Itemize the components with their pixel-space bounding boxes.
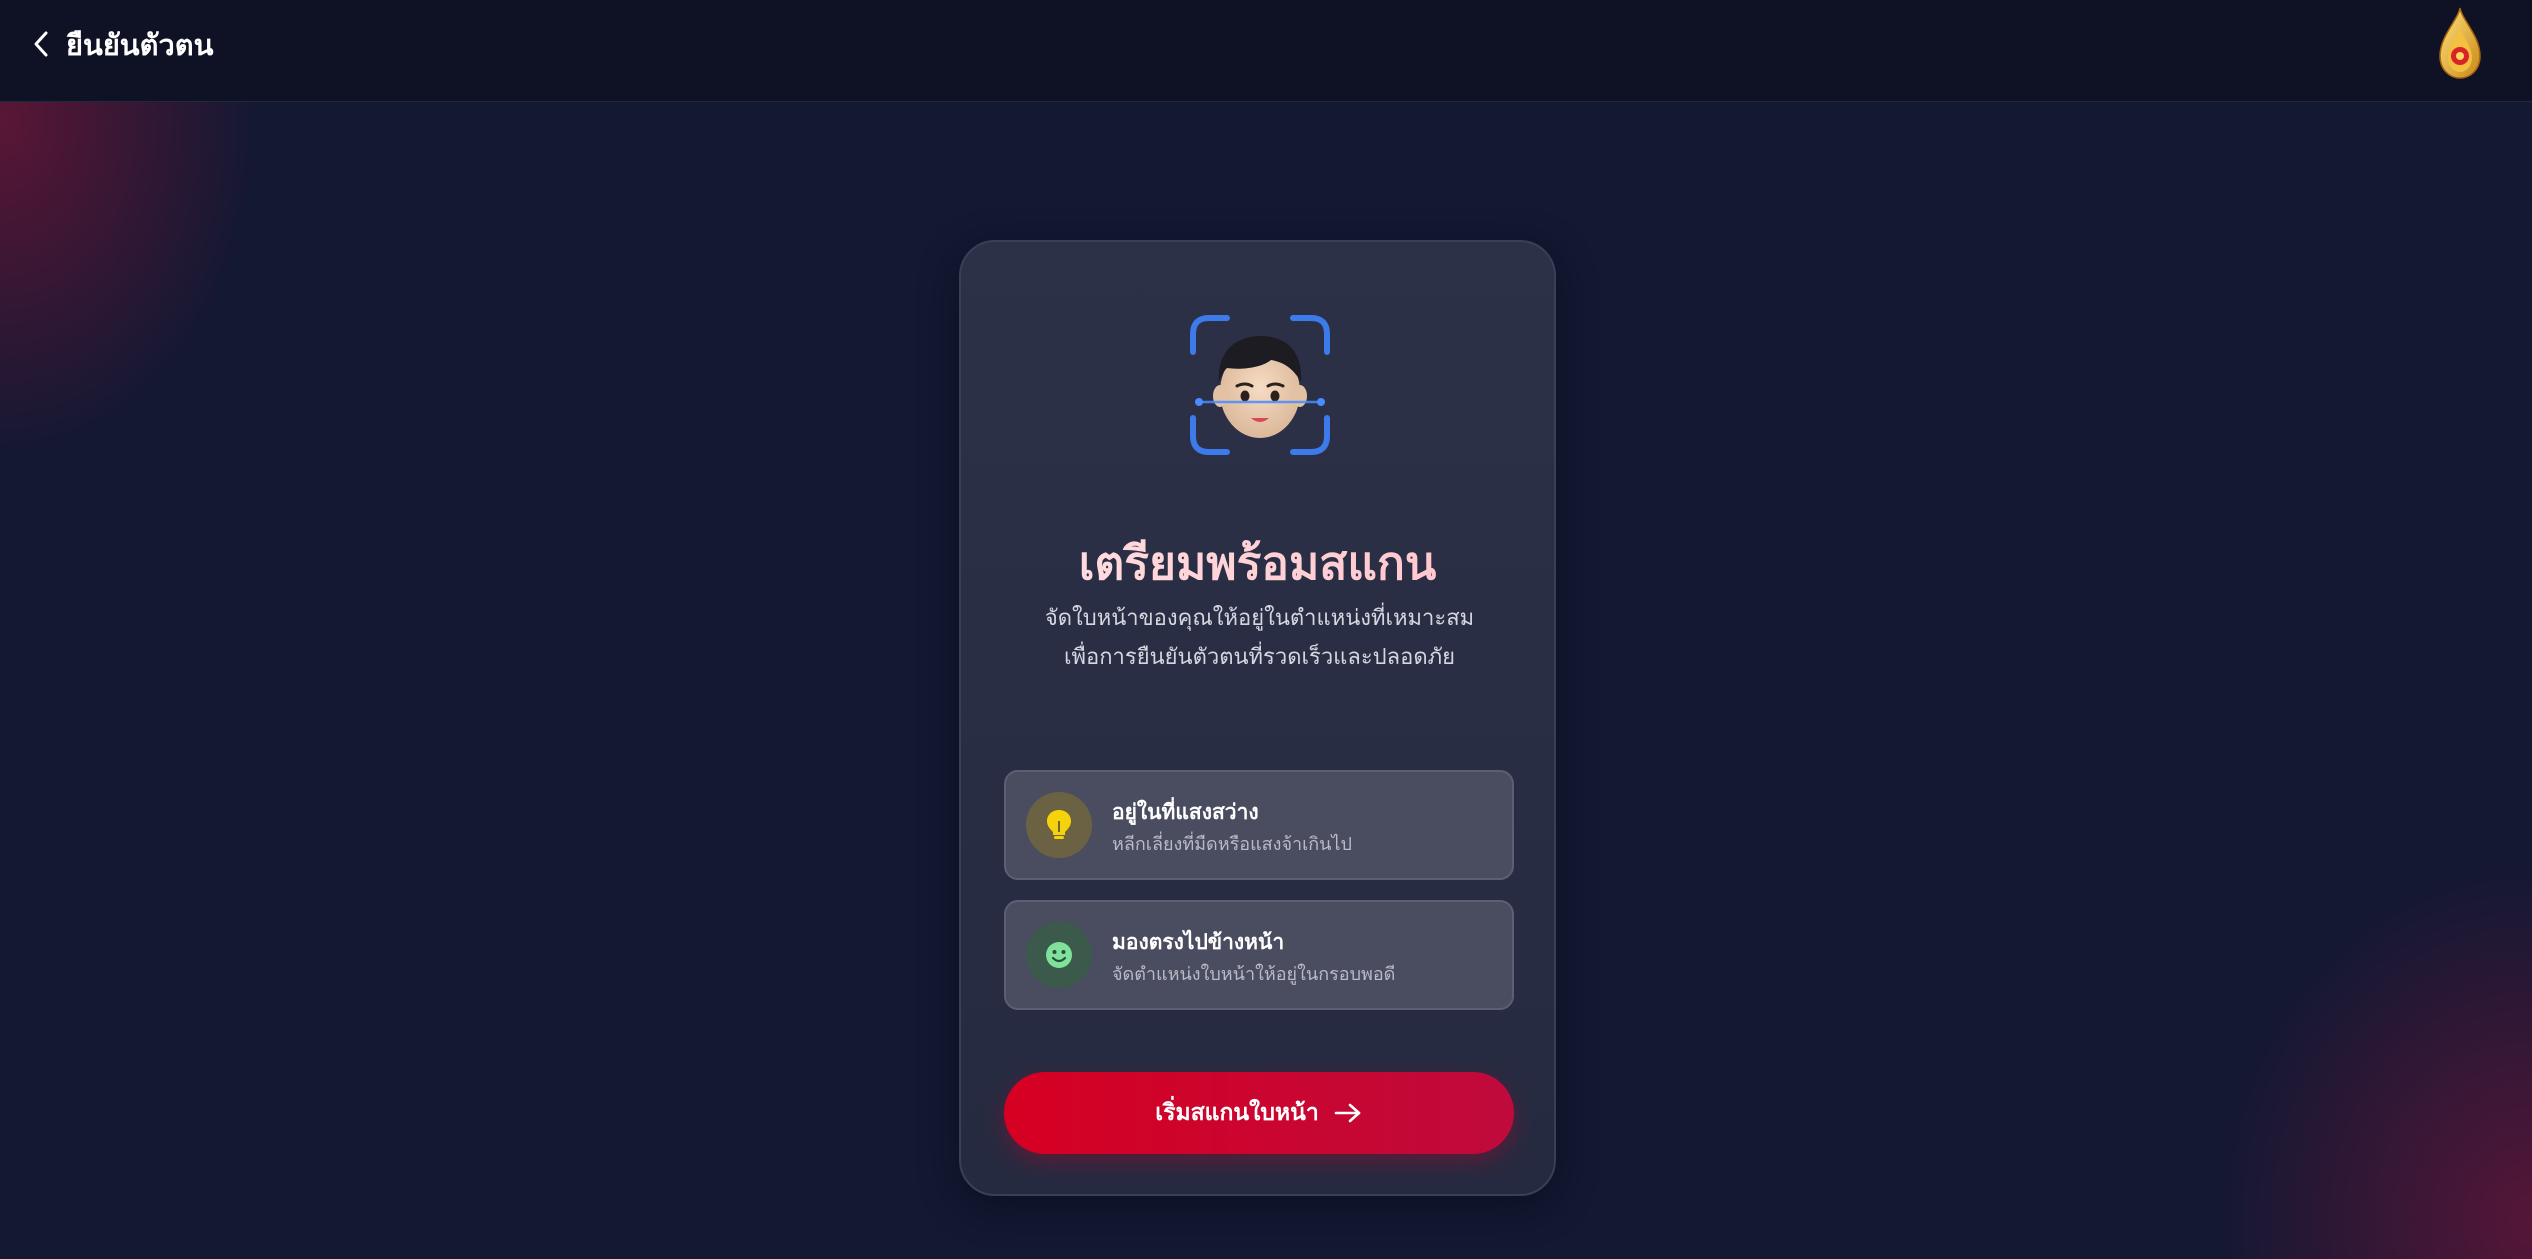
- card-title: เตรียมพร้อมสแกน: [961, 527, 1554, 600]
- royal-emblem-logo: [2432, 6, 2488, 80]
- smile-icon: [1026, 922, 1092, 988]
- back-button[interactable]: [22, 24, 62, 64]
- tip-look-forward: มองตรงไปข้างหน้า จัดตำแหน่งใบหน้าให้อยู่…: [1004, 900, 1514, 1010]
- start-button-label: เริ่มสแกนใบหน้า: [1155, 1100, 1319, 1126]
- face-scan-icon: [1187, 312, 1333, 458]
- start-face-scan-button[interactable]: เริ่มสแกนใบหน้า: [1004, 1072, 1514, 1154]
- tip-subtitle: หลีกเลี่ยงที่มืดหรือแสงจ้าเกินไป: [1112, 834, 1352, 855]
- tip-title: มองตรงไปข้างหน้า: [1112, 930, 1285, 954]
- tip-title: อยู่ในที่แสงสว่าง: [1112, 800, 1259, 824]
- arrow-right-icon: [1334, 1103, 1361, 1123]
- page-title: ยืนยันตัวตน: [66, 28, 214, 62]
- lightbulb-icon: [1026, 792, 1092, 858]
- tip-subtitle: จัดตำแหน่งใบหน้าให้อยู่ในกรอบพอดี: [1112, 964, 1396, 985]
- card-description: จัดใบหน้าของคุณให้อยู่ในตำแหน่งที่เหมาะส…: [1044, 606, 1475, 670]
- scan-prep-card: เตรียมพร้อมสแกน จัดใบหน้าของคุณให้อยู่ใน…: [959, 240, 1556, 1196]
- chevron-left-icon: [34, 31, 48, 57]
- top-bar: ยืนยันตัวตน: [0, 0, 2532, 102]
- tip-lighting: อยู่ในที่แสงสว่าง หลีกเลี่ยงที่มืดหรือแส…: [1004, 770, 1514, 880]
